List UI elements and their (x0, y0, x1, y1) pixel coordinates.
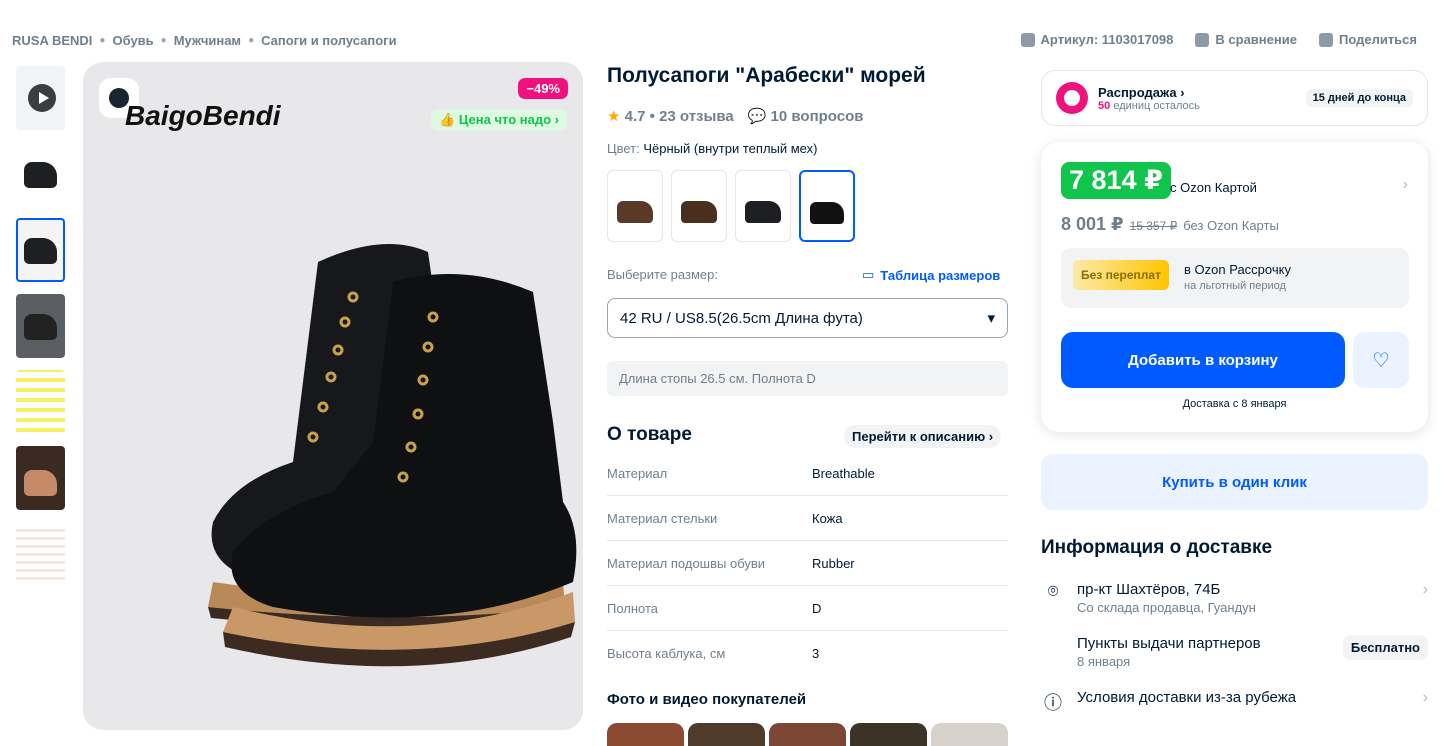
regular-price-row: 8 001 ₽15 357 ₽ без Ozon Карты (1061, 214, 1279, 234)
no-overpay-badge: Без переплат (1073, 260, 1169, 290)
rating-link[interactable]: ★ 4.7 • 23 отзыва (607, 107, 734, 125)
ozon-card-label: с Ozon Картой (1170, 180, 1257, 195)
size-label: Выберите размер: (607, 267, 718, 282)
main-product-image[interactable]: BaigoBendi −49% 👍 Цена что надо › (83, 62, 583, 730)
size-table-link[interactable]: ▭ Таблица размеров (862, 267, 1000, 283)
breadcrumb-item[interactable]: RUSA BENDI (12, 33, 92, 48)
color-label: Цвет: Чёрный (внутри теплый мех) (607, 141, 818, 156)
color-swatch-black[interactable] (735, 170, 791, 242)
article-number[interactable]: Артикул: 1103017098 (1020, 32, 1173, 47)
customer-photo[interactable] (850, 723, 927, 746)
top-links: Артикул: 1103017098 В сравнение Поделить… (1020, 32, 1417, 47)
add-to-cart-button[interactable]: Добавить в корзину (1061, 332, 1345, 388)
customer-photos (607, 723, 1008, 746)
customer-photo[interactable] (931, 723, 1008, 746)
customer-photo[interactable] (688, 723, 765, 746)
thumbnail-active[interactable] (16, 218, 65, 282)
ozon-card-price: 7 814 ₽ (1061, 162, 1171, 199)
play-icon (28, 84, 56, 112)
color-swatch-brown-dark[interactable] (671, 170, 727, 242)
sale-days-badge: 15 дней до конца (1305, 89, 1413, 107)
ruler-icon: ▭ (862, 267, 875, 282)
thumbnail[interactable] (16, 294, 65, 358)
sale-banner[interactable]: Распродажа › 50 единиц осталось 15 дней … (1041, 70, 1428, 126)
thumbnail-video[interactable] (16, 66, 65, 130)
delivery-date: Доставка с 8 января (1182, 398, 1287, 410)
customer-photo[interactable] (607, 723, 684, 746)
color-swatch-brown[interactable] (607, 170, 663, 242)
about-title: О товаре (607, 424, 692, 445)
goto-description-button[interactable]: Перейти к описанию › (844, 425, 1002, 448)
spec-row: Высота каблука, см 3 (607, 646, 820, 661)
boots-illustration (208, 244, 577, 667)
breadcrumb-separator: ● (160, 35, 167, 46)
spec-row: Материал Breathable (607, 451, 1008, 496)
compare-button[interactable]: В сравнение (1195, 32, 1297, 47)
thumbnail[interactable] (16, 370, 65, 434)
customer-photos-title: Фото и видео покупателей (607, 691, 807, 708)
breadcrumb: RUSA BENDI ● Обувь ● Мужчинам ● Сапоги и по… (12, 33, 397, 48)
location-pin-icon: ⌾ (1047, 581, 1059, 601)
buy-one-click-button[interactable]: Купить в один клик (1041, 454, 1428, 510)
heart-icon[interactable]: ♡ (1353, 332, 1409, 388)
pickup-row[interactable]: Пункты выдачи партнеров 8 января Бесплатн… (1041, 635, 1428, 669)
chevron-right-icon: › (1422, 581, 1428, 598)
delivery-info-title: Информация о доставке (1041, 537, 1273, 558)
chevron-right-icon: › (1422, 689, 1428, 706)
info-icon: ⓘ (1044, 693, 1062, 713)
thumbnail[interactable] (16, 446, 65, 510)
sale-icon (1056, 82, 1088, 114)
chevron-right-icon[interactable]: › (1403, 176, 1408, 194)
thumbnail[interactable] (16, 522, 65, 586)
spec-row: Материал подошвы обуви Rubber (607, 541, 1008, 586)
share-button[interactable]: Поделиться (1318, 32, 1417, 47)
copy-icon (1020, 32, 1035, 47)
caret-down-icon: ▾ (987, 310, 995, 327)
thumbnail-list (16, 66, 68, 598)
product-title: Полусапоги "Арабески" морей (607, 64, 926, 87)
questions-link[interactable]: 💬 10 вопросов (748, 107, 864, 125)
price-card: 7 814 ₽ с Ozon Картой › 8 001 ₽15 357 ₽ б… (1041, 142, 1428, 432)
chat-icon: 💬 (747, 108, 767, 125)
spec-row: Полнота D (607, 586, 1008, 631)
free-badge: Бесплатно (1342, 635, 1428, 660)
thumbnail[interactable] (16, 142, 65, 206)
breadcrumb-item[interactable]: Сапоги и полусапоги (261, 33, 396, 48)
color-swatch-black-selected[interactable] (799, 170, 855, 242)
breadcrumb-item[interactable]: Обувь (112, 33, 153, 48)
share-icon (1318, 32, 1333, 47)
size-select[interactable]: 42 RU / US8.5(26.5cm Длина фута) ▾ (607, 298, 1008, 338)
star-icon: ★ (607, 108, 621, 125)
spec-row: Материал стельки Кожа (607, 496, 1008, 541)
abroad-delivery-row[interactable]: ⓘ Условия доставки из-за рубежа › (1041, 689, 1428, 713)
customer-photo[interactable] (769, 723, 846, 746)
delivery-address-row[interactable]: ⌾ пр-кт Шахтёров, 74Б Со склада продавца,… (1041, 581, 1428, 615)
specs-table: Материал Breathable Материал стельки Кожа … (607, 451, 1008, 676)
rating-row: ★ 4.7 • 23 отзыва 💬 10 вопросов (607, 107, 864, 125)
breadcrumb-item[interactable]: Мужчинам (174, 33, 241, 48)
breadcrumb-separator: ● (99, 35, 106, 46)
color-swatches (607, 170, 855, 242)
breadcrumb-separator: ● (248, 35, 255, 46)
compare-icon (1195, 32, 1210, 47)
installment-block[interactable]: Без переплат в Ozon Рассрочку на льготный… (1061, 248, 1409, 308)
size-hint: Длина стопы 26.5 см. Полнота D (607, 361, 1008, 396)
